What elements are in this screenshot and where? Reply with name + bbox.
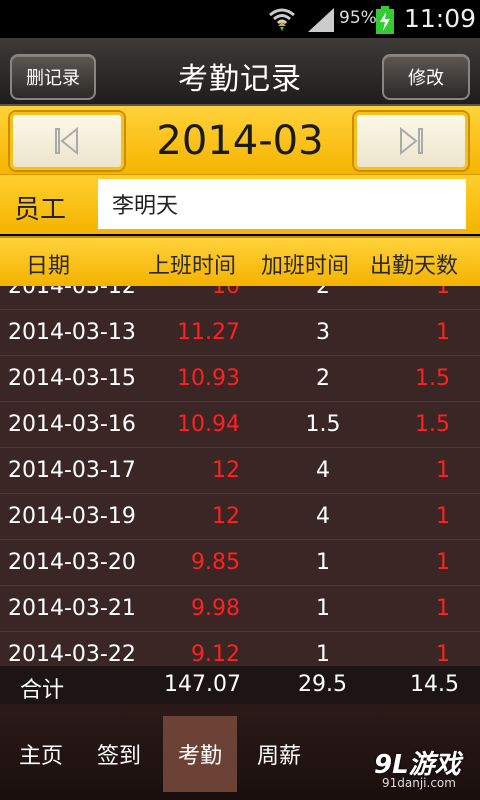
- row-attendance-days: 1: [436, 286, 450, 299]
- current-month: 2014-03: [156, 118, 324, 164]
- row-date: 2014-03-15: [8, 366, 136, 391]
- row-work-hours: 10.94: [177, 412, 240, 437]
- employee-label: 员工: [14, 195, 67, 225]
- row-overtime: 1.5: [305, 412, 341, 437]
- row-attendance-days: 1: [436, 550, 450, 575]
- row-work-hours: 12: [212, 504, 240, 529]
- totals-row: 合计 147.07 29.5 14.5: [0, 666, 480, 704]
- row-date: 2014-03-12: [8, 286, 136, 299]
- status-bar: 95% 11:09: [0, 0, 480, 38]
- next-month-button[interactable]: [354, 112, 468, 170]
- watermark-logo: 9L游戏 91danji.com: [368, 744, 480, 800]
- row-date: 2014-03-13: [8, 320, 136, 345]
- page-title: 考勤记录: [178, 62, 302, 97]
- row-attendance-days: 1: [436, 642, 450, 666]
- total-overtime: 29.5: [298, 672, 347, 697]
- row-overtime: 1: [316, 550, 330, 575]
- bottom-navigation: 主页 签到 考勤 周薪 9L游戏 91danji.com: [0, 704, 480, 800]
- row-date: 2014-03-20: [8, 550, 136, 575]
- wifi-icon: [269, 8, 295, 31]
- row-attendance-days: 1: [436, 320, 450, 345]
- skip-previous-icon: [55, 127, 78, 155]
- row-work-hours: 12: [212, 458, 240, 483]
- total-attendance-days: 14.5: [410, 672, 459, 697]
- column-header-overtime: 加班时间: [261, 254, 350, 279]
- table-row[interactable]: 2014-03-19 12 4 1: [0, 494, 480, 540]
- row-work-hours: 11.27: [177, 320, 240, 345]
- title-bar: 删记录 考勤记录 修改: [0, 38, 480, 106]
- table-row[interactable]: 2014-03-16 10.94 1.5 1.5: [0, 402, 480, 448]
- row-attendance-days: 1: [436, 596, 450, 621]
- watermark-url: 91danji.com: [382, 776, 456, 790]
- clock: 11:09: [404, 4, 477, 33]
- battery-percent: 95%: [339, 8, 377, 28]
- row-work-hours: 9.98: [191, 596, 240, 621]
- row-work-hours: 10.93: [177, 366, 240, 391]
- row-date: 2014-03-21: [8, 596, 136, 621]
- nav-check-in[interactable]: 签到: [82, 716, 156, 792]
- row-attendance-days: 1.5: [415, 366, 450, 391]
- row-date: 2014-03-19: [8, 504, 136, 529]
- table-row[interactable]: 2014-03-17 12 4 1: [0, 448, 480, 494]
- table-row[interactable]: 2014-03-21 9.98 1 1: [0, 586, 480, 632]
- row-overtime: 4: [316, 458, 330, 483]
- nav-attendance[interactable]: 考勤: [163, 716, 237, 792]
- row-overtime: 1: [316, 596, 330, 621]
- total-work-hours: 147.07: [164, 672, 241, 697]
- row-work-hours: 10: [212, 286, 240, 299]
- row-attendance-days: 1: [436, 458, 450, 483]
- attendance-table[interactable]: 2014-03-12 10 2 1 2014-03-13 11.27 3 1 2…: [0, 286, 480, 666]
- row-overtime: 3: [316, 320, 330, 345]
- row-date: 2014-03-22: [8, 642, 136, 666]
- table-row[interactable]: 2014-03-13 11.27 3 1: [0, 310, 480, 356]
- totals-label: 合计: [20, 678, 65, 703]
- column-header-date: 日期: [26, 254, 71, 279]
- table-row[interactable]: 2014-03-20 9.85 1 1: [0, 540, 480, 586]
- nav-home[interactable]: 主页: [4, 716, 78, 792]
- column-header-work-hours: 上班时间: [148, 254, 237, 279]
- row-overtime: 1: [316, 642, 330, 666]
- month-navigator: 2014-03: [0, 106, 480, 174]
- row-work-hours: 9.85: [191, 550, 240, 575]
- nav-weekly-pay[interactable]: 周薪: [242, 716, 316, 792]
- row-overtime: 4: [316, 504, 330, 529]
- battery-charging-icon: [376, 6, 394, 34]
- table-row[interactable]: 2014-03-22 9.12 1 1: [0, 632, 480, 666]
- table-row[interactable]: 2014-03-15 10.93 2 1.5: [0, 356, 480, 402]
- row-overtime: 2: [316, 366, 330, 391]
- signal-icon: [308, 8, 334, 32]
- table-row[interactable]: 2014-03-12 10 2 1: [0, 286, 480, 310]
- previous-month-button[interactable]: [10, 112, 124, 170]
- delete-record-button[interactable]: 删记录: [10, 54, 96, 100]
- skip-next-icon: [400, 127, 423, 155]
- edit-button[interactable]: 修改: [382, 54, 470, 100]
- row-date: 2014-03-16: [8, 412, 136, 437]
- column-header-attendance-days: 出勤天数: [370, 254, 459, 279]
- row-attendance-days: 1: [436, 504, 450, 529]
- row-work-hours: 9.12: [191, 642, 240, 666]
- table-header: 日期 上班时间 加班时间 出勤天数: [0, 236, 480, 286]
- row-overtime: 2: [316, 286, 330, 299]
- row-attendance-days: 1.5: [415, 412, 450, 437]
- employee-row: 员工: [0, 174, 480, 234]
- row-date: 2014-03-17: [8, 458, 136, 483]
- employee-field[interactable]: [98, 179, 466, 229]
